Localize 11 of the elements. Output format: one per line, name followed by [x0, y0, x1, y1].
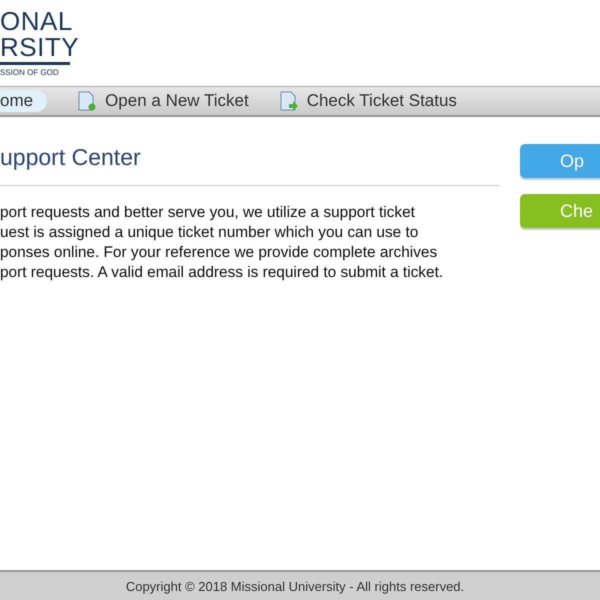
nav-tab[interactable]: Check Ticket Status [278, 90, 457, 112]
nav-tab[interactable]: ome [0, 90, 48, 112]
document-arrow-icon [278, 91, 299, 111]
logo-text: ONAL [0, 8, 73, 34]
nav-tab[interactable]: Open a New Ticket [77, 90, 249, 112]
document-plus-icon [77, 91, 98, 111]
intro-paragraph: port requests and better serve you, we utilize a support ticket uest is assigned a unique ticket number which you can use to ponses online. For your reference we provide complete archives port requests. A valid email address is required to submit a ticket. [0, 203, 444, 283]
page-heading: upport Center [0, 143, 142, 171]
copyright-text: Copyright © 2018 Missional University - All rights reserved. [126, 578, 464, 594]
logo-tagline: SSION OF GOD [0, 68, 59, 77]
logo-text: RSITY [0, 34, 80, 60]
